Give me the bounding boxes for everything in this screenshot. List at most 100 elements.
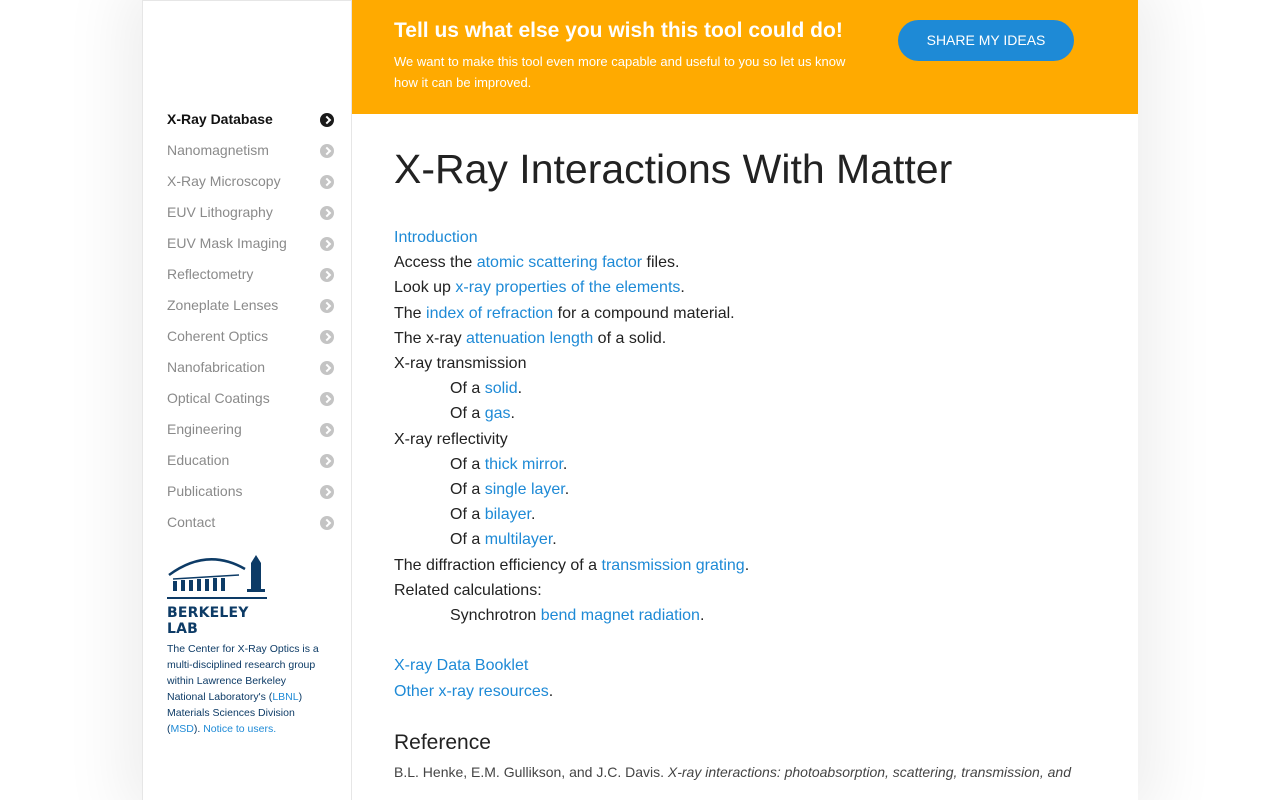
chevron-right-icon <box>320 144 334 158</box>
tools-list: Introduction Access the atomic scatterin… <box>394 225 1094 704</box>
notice-link[interactable]: Notice to users. <box>203 723 276 735</box>
list-item: The diffraction efficiency of a transmis… <box>394 553 1094 578</box>
text: . <box>510 405 515 423</box>
list-item: Of a gas. <box>394 401 1094 426</box>
sidebar-item-reflectometry[interactable]: Reflectometry <box>167 262 337 293</box>
sidebar-item-xray-database[interactable]: X-Ray Database <box>167 107 337 138</box>
sidebar-item-nanofabrication[interactable]: Nanofabrication <box>167 355 337 386</box>
sidebar-item-zoneplate-lenses[interactable]: Zoneplate Lenses <box>167 293 337 324</box>
text: of a solid. <box>593 329 667 347</box>
list-item: Look up x-ray properties of the elements… <box>394 275 1094 300</box>
logo-text: BERKELEY LAB <box>167 605 249 637</box>
chevron-right-icon <box>320 361 334 375</box>
sidebar-nav: X-Ray Database Nanomagnetism X-Ray Micro… <box>167 107 337 541</box>
share-ideas-button[interactable]: SHARE MY IDEAS <box>898 20 1074 61</box>
sidebar-item-engineering[interactable]: Engineering <box>167 417 337 448</box>
text: The <box>394 304 427 322</box>
about-text: The Center for X-Ray Optics is a multi-d… <box>167 641 327 737</box>
text: . <box>530 506 536 524</box>
text: Of a <box>450 531 485 549</box>
text: . <box>680 279 685 297</box>
chevron-right-icon <box>320 237 334 251</box>
xray-data-booklet-link[interactable]: X-ray Data Booklet <box>394 657 528 674</box>
text: Look up <box>394 279 456 297</box>
thick-mirror-link[interactable]: thick mirror <box>485 456 563 473</box>
text: Of a <box>450 506 485 524</box>
introduction-link[interactable]: Introduction <box>394 229 478 246</box>
berkeley-lab-icon <box>167 555 267 599</box>
lbnl-link[interactable]: LBNL <box>272 691 298 703</box>
other-xray-resources-link[interactable]: Other x-ray resources <box>394 683 549 700</box>
chevron-right-icon <box>320 516 334 530</box>
page-title: X-Ray Interactions With Matter <box>394 146 953 192</box>
sidebar-item-label: Education <box>167 452 230 468</box>
text: . <box>562 455 568 473</box>
sidebar-item-contact[interactable]: Contact <box>167 510 337 541</box>
sidebar-item-optical-coatings[interactable]: Optical Coatings <box>167 386 337 417</box>
sidebar-item-label: Nanomagnetism <box>167 142 269 158</box>
main-content: X-Ray Interactions With Matter Introduct… <box>394 140 1094 782</box>
sidebar-item-label: Engineering <box>167 421 242 437</box>
chevron-right-icon <box>320 485 334 499</box>
text: . <box>552 531 557 549</box>
sidebar: X-Ray Database Nanomagnetism X-Ray Micro… <box>142 0 352 800</box>
list-item: Synchrotron bend magnet radiation. <box>394 603 1094 628</box>
list-item: Other x-ray resources. <box>394 679 1094 704</box>
atomic-scattering-factor-link[interactable]: atomic scattering factor <box>477 254 642 271</box>
feedback-banner: Tell us what else you wish this tool cou… <box>352 0 1138 114</box>
attenuation-length-link[interactable]: attenuation length <box>466 330 593 347</box>
list-item: The x-ray attenuation length of a solid. <box>394 326 1094 351</box>
chevron-right-icon <box>320 113 334 127</box>
sidebar-item-nanomagnetism[interactable]: Nanomagnetism <box>167 138 337 169</box>
transmission-gas-link[interactable]: gas <box>485 405 511 422</box>
single-layer-link[interactable]: single layer <box>485 481 565 498</box>
section-label: Related calculations: <box>394 581 542 599</box>
chevron-right-icon <box>320 175 334 189</box>
sidebar-item-label: X-Ray Database <box>167 111 273 127</box>
list-item: Of a bilayer. <box>394 502 1094 527</box>
multilayer-link[interactable]: multilayer <box>485 531 553 548</box>
sidebar-item-euv-mask-imaging[interactable]: EUV Mask Imaging <box>167 231 337 262</box>
text: . <box>517 380 523 398</box>
index-of-refraction-link[interactable]: index of refraction <box>426 305 553 322</box>
text: files. <box>642 254 680 272</box>
sidebar-item-label: Publications <box>167 483 243 499</box>
sidebar-item-label: Contact <box>167 514 216 530</box>
list-item: Access the atomic scattering factor file… <box>394 250 1094 275</box>
chevron-right-icon <box>320 206 334 220</box>
banner-title: Tell us what else you wish this tool cou… <box>394 19 843 42</box>
sidebar-item-label: Zoneplate Lenses <box>167 297 279 313</box>
banner-subtitle: We want to make this tool even more capa… <box>394 54 846 90</box>
chevron-right-icon <box>320 423 334 437</box>
reference-authors: B.L. Henke, E.M. Gullikson, and J.C. Dav… <box>394 763 668 780</box>
list-item: Of a thick mirror. <box>394 452 1094 477</box>
berkeley-lab-logo[interactable]: BERKELEY LAB <box>167 553 267 637</box>
sidebar-item-publications[interactable]: Publications <box>167 479 337 510</box>
text: . <box>548 682 554 700</box>
reference-text: B.L. Henke, E.M. Gullikson, and J.C. Dav… <box>394 762 1094 782</box>
transmission-grating-link[interactable]: transmission grating <box>602 557 745 574</box>
transmission-solid-link[interactable]: solid <box>485 380 518 397</box>
list-item: Of a single layer. <box>394 477 1094 502</box>
bend-magnet-radiation-link[interactable]: bend magnet radiation <box>541 607 700 624</box>
sidebar-item-euv-lithography[interactable]: EUV Lithography <box>167 200 337 231</box>
text: Of a <box>450 380 485 398</box>
text: The diffraction efficiency of a <box>394 556 602 574</box>
sidebar-item-education[interactable]: Education <box>167 448 337 479</box>
sidebar-item-coherent-optics[interactable]: Coherent Optics <box>167 324 337 355</box>
text: The x-ray <box>394 329 467 347</box>
sidebar-item-label: Optical Coatings <box>167 390 270 406</box>
list-item: The index of refraction for a compound m… <box>394 301 1094 326</box>
msd-link[interactable]: MSD <box>171 723 194 735</box>
text: Of a <box>450 455 485 473</box>
text: Of a <box>450 481 485 499</box>
bilayer-link[interactable]: bilayer <box>485 506 531 523</box>
reference-title: X-ray interactions: photoabsorption, sca… <box>667 763 1071 780</box>
sidebar-item-label: Coherent Optics <box>167 328 269 344</box>
list-item: Of a multilayer. <box>394 527 1094 552</box>
text: . <box>564 481 570 499</box>
xray-properties-link[interactable]: x-ray properties of the elements <box>455 279 680 296</box>
chevron-right-icon <box>320 330 334 344</box>
chevron-right-icon <box>320 454 334 468</box>
sidebar-item-xray-microscopy[interactable]: X-Ray Microscopy <box>167 169 337 200</box>
